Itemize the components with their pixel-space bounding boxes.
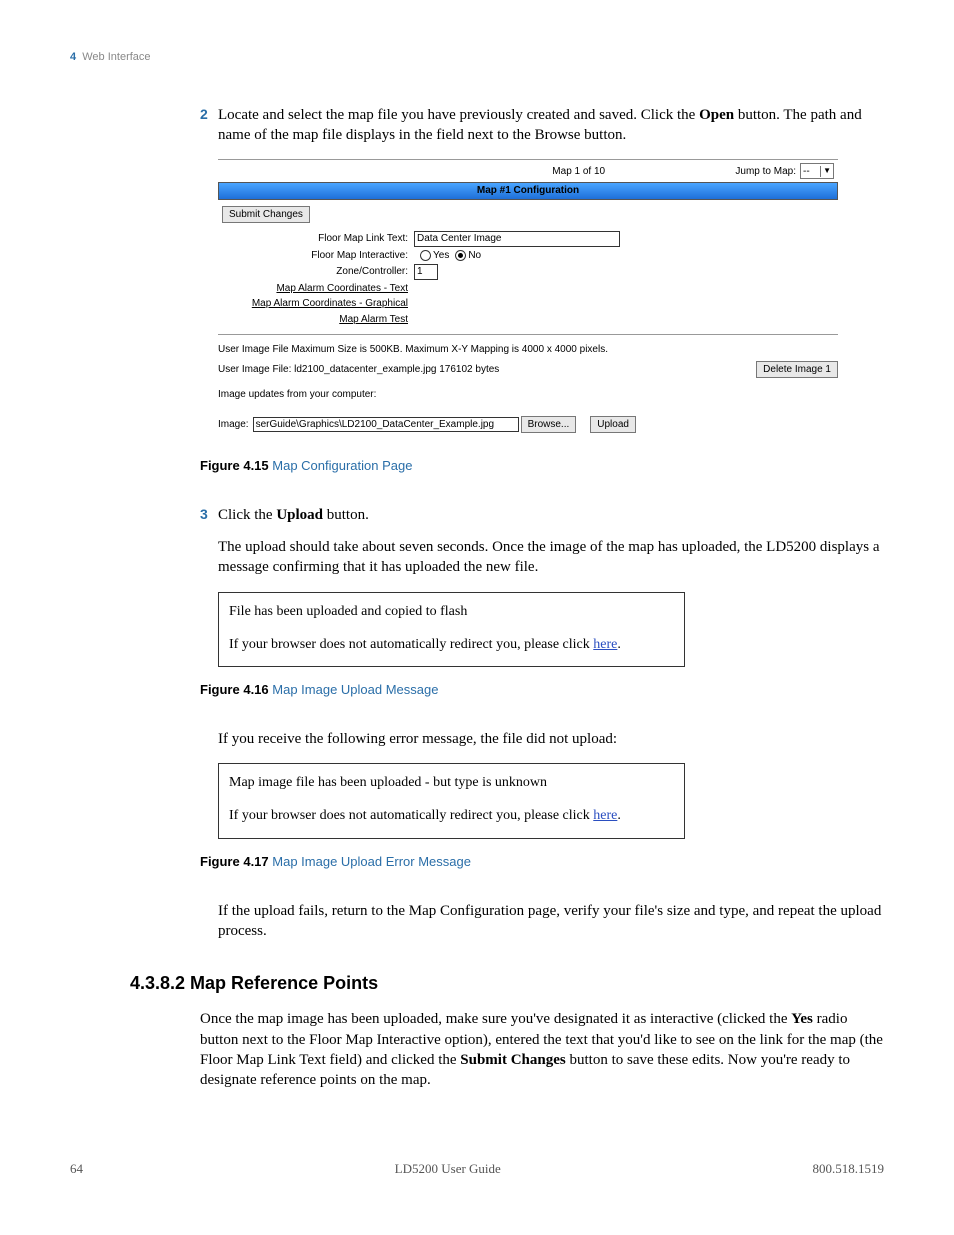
link-text-input[interactable]: Data Center Image [414,231,620,247]
upload-button[interactable]: Upload [590,416,636,434]
figure-4-16-caption: Figure 4.16 Map Image Upload Message [200,681,884,699]
upload-word: Upload [276,507,323,523]
chapter-number: 4 [70,51,76,63]
upload-success-message: File has been uploaded and copied to fla… [218,592,685,668]
step-number: 3 [200,505,218,525]
step-3: 3 Click the Upload button. [200,505,884,525]
heading-4-3-8-2: 4.3.8.2 Map Reference Points [130,971,884,995]
alarm-test-link[interactable]: Map Alarm Test [218,313,414,327]
open-word: Open [699,107,734,123]
error-intro-para: If you receive the following error messa… [218,729,884,749]
image-path-input[interactable]: serGuide\Graphics\LD2100_DataCenter_Exam… [253,417,519,433]
delete-image-button[interactable]: Delete Image 1 [756,361,838,379]
chapter-title: Web Interface [82,51,150,63]
step-text: Click the Upload button. [218,505,884,525]
figure-4-15-caption: Figure 4.15 Map Configuration Page [200,457,884,475]
page-number: 64 [70,1160,83,1178]
max-size-note: User Image File Maximum Size is 500KB. M… [218,343,838,357]
phone-number: 800.518.1519 [813,1160,885,1178]
jump-to-map-select[interactable]: -- ▼ [800,163,834,179]
redirect-here-link[interactable]: here [593,637,617,652]
coord-graphical-link[interactable]: Map Alarm Coordinates - Graphical [218,297,414,311]
zone-label: Zone/Controller: [218,265,414,279]
figure-4-17-caption: Figure 4.17 Map Image Upload Error Messa… [200,853,884,871]
coord-text-link[interactable]: Map Alarm Coordinates - Text [218,282,414,296]
interactive-yes-radio[interactable] [420,250,431,261]
map-config-screenshot: Map 1 of 10 Jump to Map: -- ▼ Map #1 Con… [218,159,838,443]
step-number: 2 [200,105,218,146]
submit-changes-button[interactable]: Submit Changes [222,206,310,224]
map-count-label: Map 1 of 10 [552,165,605,179]
step-2: 2 Locate and select the map file you hav… [200,105,884,146]
interactive-no-radio[interactable] [455,250,466,261]
page-header: 4 Web Interface [70,50,884,65]
interactive-label: Floor Map Interactive: [218,249,414,263]
page-footer: 64 LD5200 User Guide 800.518.1519 [70,1160,884,1178]
updates-label: Image updates from your computer: [218,388,838,402]
redirect-here-link[interactable]: here [593,808,617,823]
user-image-file: User Image File: ld2100_datacenter_examp… [218,363,499,377]
step-text: Locate and select the map file you have … [218,105,884,146]
config-title-band: Map #1 Configuration [218,182,838,200]
upload-error-message: Map image file has been uploaded - but t… [218,763,685,839]
retry-para: If the upload fails, return to the Map C… [218,901,884,942]
link-text-label: Floor Map Link Text: [218,232,414,246]
chevron-down-icon: ▼ [820,166,831,177]
jump-to-map-label: Jump to Map: [735,165,796,179]
refpoints-paragraph: Once the map image has been uploaded, ma… [200,1009,884,1090]
image-field-label: Image: [218,418,249,432]
zone-input[interactable]: 1 [414,264,438,280]
step-3-para: The upload should take about seven secon… [218,537,884,578]
doc-title: LD5200 User Guide [395,1160,501,1178]
browse-button[interactable]: Browse... [521,416,577,434]
